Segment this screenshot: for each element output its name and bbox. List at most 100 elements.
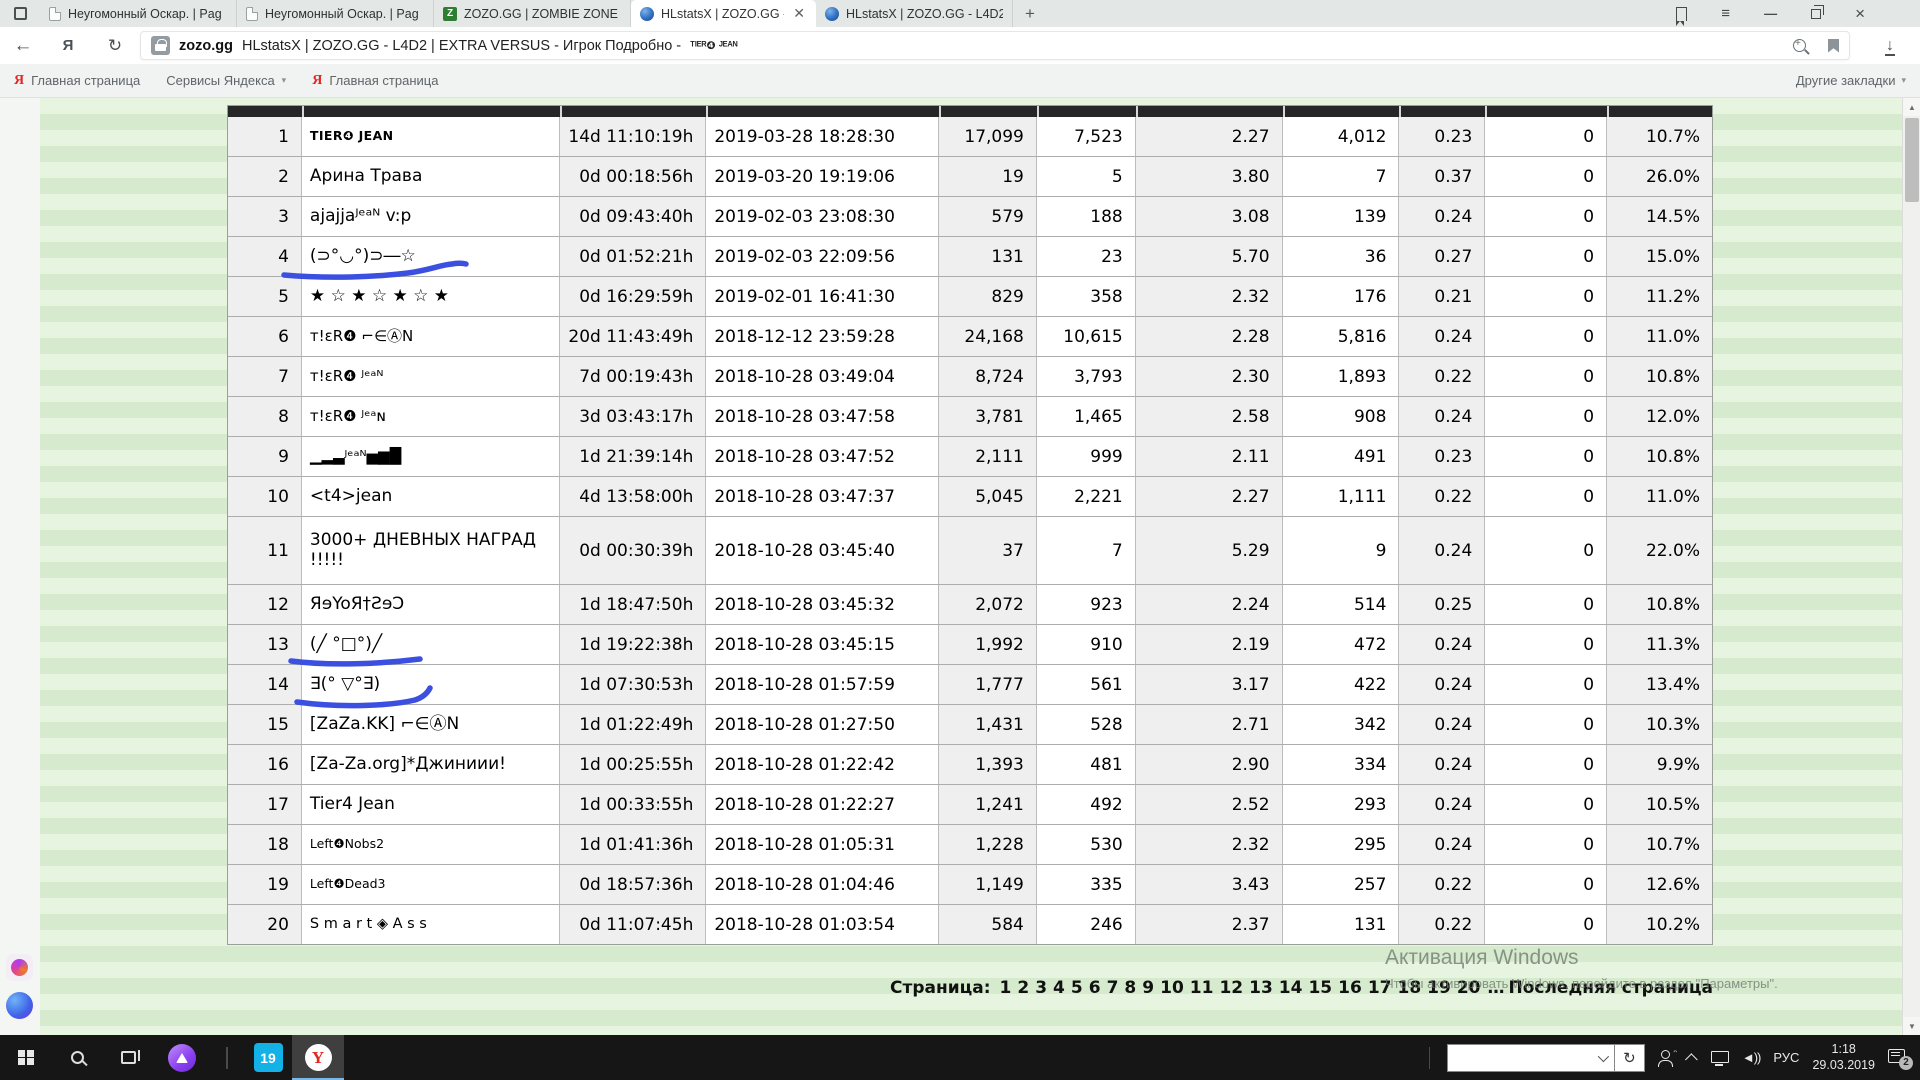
- browser-tab[interactable]: Неугомонный Оскар. | Pag: [40, 0, 237, 27]
- back-button[interactable]: ←: [0, 35, 46, 57]
- pagination-page-link[interactable]: 9: [1142, 978, 1154, 998]
- minimize-icon[interactable]: —: [1764, 6, 1777, 21]
- network-icon[interactable]: [1711, 1051, 1729, 1065]
- header-cell[interactable]: [1136, 106, 1283, 117]
- taskbar-clock[interactable]: 1:18 29.03.2019: [1812, 1042, 1875, 1073]
- people-icon[interactable]: ᵔ: [1658, 1050, 1676, 1066]
- header-cell[interactable]: [302, 106, 560, 117]
- browser-tab[interactable]: HLstatsX | ZOZO.GG - L4 ✕: [631, 0, 816, 27]
- page-scrollbar[interactable]: ▲ ▼: [1902, 98, 1920, 1035]
- alice-icon[interactable]: [154, 1035, 210, 1080]
- other-bookmarks-button[interactable]: Другие закладки ▾: [1796, 73, 1906, 88]
- pagination-page-link[interactable]: 11: [1190, 978, 1214, 998]
- cell-player-name[interactable]: т!εR❹ ᴶᵉᵃɴ: [302, 397, 560, 436]
- pagination-page-link[interactable]: 6: [1089, 978, 1101, 998]
- cell-player-name[interactable]: ajajjaᴶᵉᵃᴺ v:p: [302, 197, 560, 236]
- language-indicator[interactable]: РУС: [1773, 1050, 1799, 1065]
- lock-icon[interactable]: [151, 36, 170, 55]
- cell-player-name[interactable]: <t4>jean: [302, 477, 560, 516]
- pagination-page-link[interactable]: 2: [1017, 978, 1029, 998]
- menu-icon[interactable]: ≡: [1721, 5, 1730, 22]
- pagination-page-link[interactable]: 12: [1219, 978, 1243, 998]
- url-domain: zozo.gg: [179, 38, 233, 54]
- yandex-home-button[interactable]: Я: [46, 37, 90, 54]
- cell-headshots: 4,012: [1283, 117, 1400, 156]
- header-cell[interactable]: [1485, 106, 1607, 117]
- cell-player-name[interactable]: ЯɘYoЯ†ƧɘƆ: [302, 585, 560, 624]
- restore-icon[interactable]: [1811, 9, 1821, 19]
- cell-player-name[interactable]: Left❹Dead3: [302, 865, 560, 904]
- pagination-page-link[interactable]: 8: [1124, 978, 1136, 998]
- cell-ratio: 2.28: [1136, 317, 1283, 356]
- cell-player-name[interactable]: (⊃°◡°)⊃―☆: [302, 237, 560, 276]
- cell-player-name[interactable]: т!εR❹ ᴶᵉᵃᴺ: [302, 357, 560, 396]
- scrollbar-thumb[interactable]: [1905, 118, 1919, 202]
- cell-player-name[interactable]: 3000+ ДНЕВНЫХ НАГРАД !!!!!: [302, 517, 560, 584]
- tab-close-icon[interactable]: ✕: [791, 5, 807, 22]
- cell-player-name[interactable]: [ZaZa.KK] ⌐∈ⒶN: [302, 705, 560, 744]
- pagination-page-link[interactable]: 16: [1338, 978, 1362, 998]
- pagination-page-link[interactable]: 14: [1279, 978, 1303, 998]
- cell-player-name[interactable]: Арина Трава: [302, 157, 560, 196]
- downloads-button[interactable]: ↓: [1860, 37, 1920, 55]
- tray-combobox[interactable]: [1447, 1044, 1615, 1072]
- refresh-button[interactable]: ↻: [90, 36, 140, 56]
- header-cell[interactable]: [560, 106, 707, 117]
- pagination-page-link[interactable]: 10: [1160, 978, 1184, 998]
- new-tab-button[interactable]: +: [1013, 0, 1047, 27]
- notifications-icon[interactable]: 2: [1888, 1048, 1910, 1068]
- cell-kills: 1,228: [939, 825, 1037, 864]
- task-view-icon[interactable]: [102, 1035, 154, 1080]
- header-cell[interactable]: [706, 106, 939, 117]
- close-icon[interactable]: ×: [1855, 4, 1865, 24]
- cell-player-name[interactable]: т!εR❹ ⌐∈ⒶN: [302, 317, 560, 356]
- header-cell[interactable]: [1607, 106, 1712, 117]
- cell-player-name[interactable]: (╱ °□°)╱: [302, 625, 560, 664]
- pagination-page-link[interactable]: 3: [1035, 978, 1047, 998]
- tray-refresh-button[interactable]: ↻: [1615, 1044, 1645, 1072]
- bookmark-flag-icon[interactable]: [1676, 7, 1687, 21]
- bookmark-item[interactable]: ЯГлавная страница: [312, 73, 438, 89]
- browser-tab[interactable]: HLstatsX | ZOZO.GG - L4D2: [816, 0, 1013, 27]
- zoom-icon[interactable]: [1793, 39, 1806, 52]
- bookmark-item[interactable]: ЯГлавная страница: [14, 73, 140, 89]
- cell-player-name[interactable]: [Za-Za.org]*Джиниии!: [302, 745, 560, 784]
- scroll-down-icon[interactable]: ▼: [1903, 1017, 1920, 1035]
- app-19-icon[interactable]: 19: [244, 1035, 292, 1080]
- browser-tab[interactable]: ZZOZO.GG | ZOMBIE ZONE :: [434, 0, 631, 27]
- cell-player-name[interactable]: Left❹Nobs2: [302, 825, 560, 864]
- page-content: 1TIER❹ JEAN14d 11:10:19h2019-03-28 18:28…: [0, 98, 1920, 1035]
- bookmark-icon[interactable]: [1828, 39, 1839, 53]
- pagination-page-link[interactable]: 4: [1053, 978, 1065, 998]
- volume-icon[interactable]: ◄)): [1742, 1050, 1761, 1065]
- sidebar-widget-icon[interactable]: [6, 954, 33, 981]
- pagination-page-link[interactable]: 5: [1071, 978, 1083, 998]
- address-bar[interactable]: zozo.gg HLstatsX | ZOZO.GG - L4D2 | EXTR…: [140, 31, 1850, 60]
- alice-widget-icon[interactable]: [6, 992, 33, 1019]
- taskbar-search-icon[interactable]: [52, 1035, 102, 1080]
- header-cell[interactable]: [228, 106, 302, 117]
- pagination-page-link[interactable]: 15: [1308, 978, 1332, 998]
- cell-player-name[interactable]: ∃(° ▽°∃): [302, 665, 560, 704]
- cell-player-name[interactable]: TIER❹ JEAN: [302, 117, 560, 156]
- pagination-current-page[interactable]: 1: [1000, 978, 1012, 998]
- header-cell[interactable]: [939, 106, 1037, 117]
- tab-panel-button[interactable]: [0, 0, 40, 27]
- tray-search-box[interactable]: ↻: [1447, 1044, 1645, 1072]
- start-button[interactable]: [0, 1035, 52, 1080]
- tab-title: HLstatsX | ZOZO.GG - L4: [661, 7, 784, 21]
- bookmark-item[interactable]: Сервисы Яндекса▾: [166, 73, 286, 89]
- yandex-browser-icon[interactable]: Y: [292, 1035, 344, 1080]
- browser-tab[interactable]: Неугомонный Оскар. | Pag: [237, 0, 434, 27]
- header-cell[interactable]: [1283, 106, 1400, 117]
- cell-player-name[interactable]: Tier4 Jean: [302, 785, 560, 824]
- cell-player-name[interactable]: ★ ☆ ★ ☆ ★ ☆ ★: [302, 277, 560, 316]
- cell-player-name[interactable]: S m a r t ◈ A s s: [302, 905, 560, 944]
- header-cell[interactable]: [1037, 106, 1136, 117]
- header-cell[interactable]: [1399, 106, 1485, 117]
- pagination-page-link[interactable]: 13: [1249, 978, 1273, 998]
- scroll-up-icon[interactable]: ▲: [1903, 98, 1920, 116]
- tray-expand-icon[interactable]: [1685, 1053, 1698, 1066]
- cell-player-name[interactable]: ▁▂▃ᴶᵉᵃᴺ▅▆█: [302, 437, 560, 476]
- pagination-page-link[interactable]: 7: [1107, 978, 1119, 998]
